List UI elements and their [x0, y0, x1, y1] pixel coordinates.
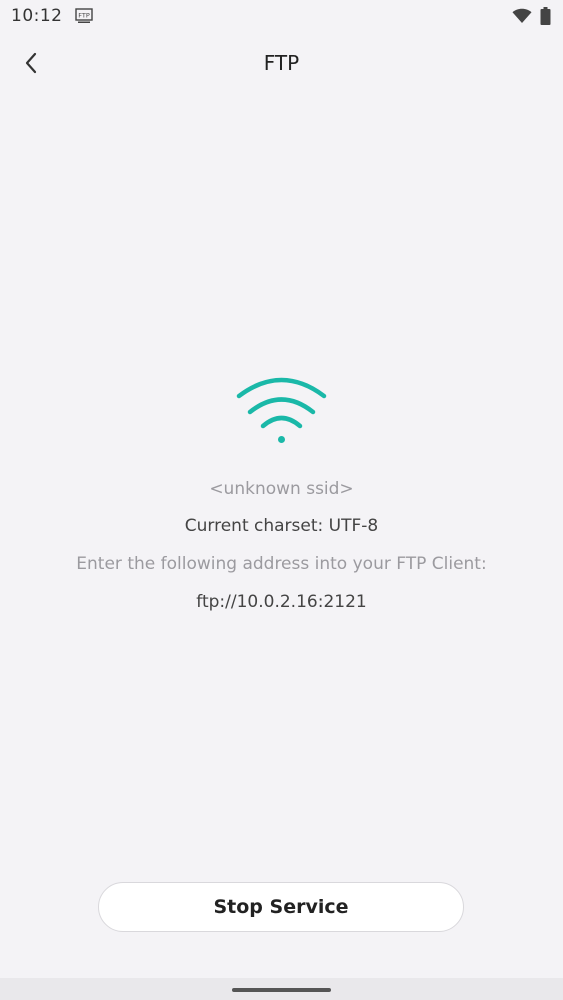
wifi-icon — [234, 374, 329, 446]
status-bar: 10:12 FTP — [0, 0, 563, 34]
status-time: 10:12 — [11, 6, 63, 26]
home-gesture-handle[interactable] — [232, 988, 331, 992]
navigation-bar — [0, 978, 563, 1000]
charset-label: Current charset: UTF-8 — [184, 516, 379, 536]
battery-icon — [540, 7, 551, 25]
wifi-status-icon — [512, 8, 532, 24]
instruction-label: Enter the following address into your FT… — [76, 554, 487, 574]
page-title: FTP — [263, 51, 300, 75]
ftp-notification-icon: FTP — [75, 8, 93, 24]
app-bar: FTP — [0, 34, 563, 92]
stop-service-button[interactable]: Stop Service — [98, 882, 464, 932]
ssid-label: <unknown ssid> — [209, 479, 354, 499]
ftp-notification-label: FTP — [78, 12, 90, 20]
ftp-address: ftp://10.0.2.16:2121 — [196, 592, 367, 612]
